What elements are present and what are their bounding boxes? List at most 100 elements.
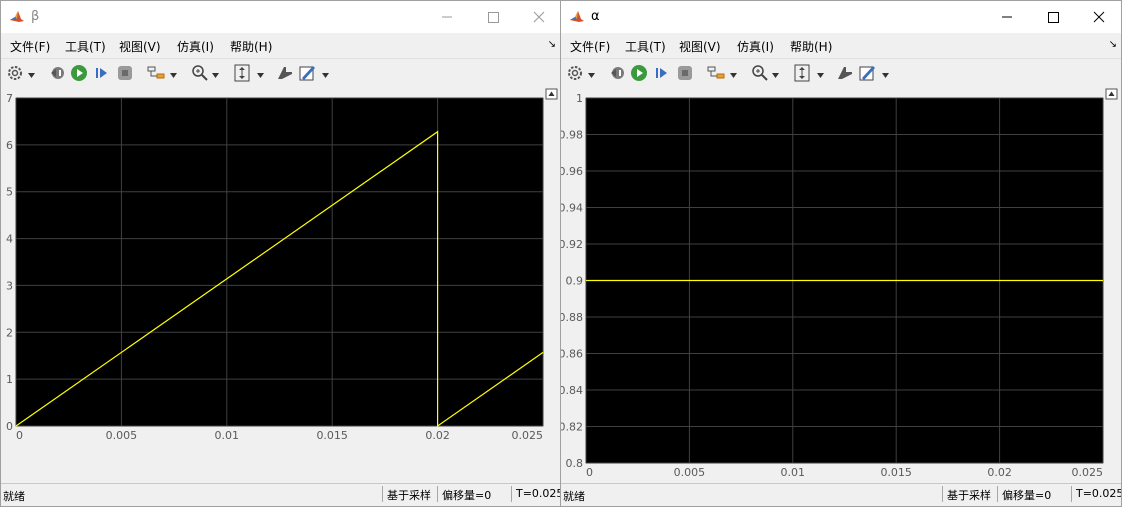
x-tick-label: 0.005 [106, 429, 138, 442]
menu-simulation[interactable]: 仿真(I) [177, 38, 214, 55]
run-icon[interactable] [630, 64, 648, 82]
stop-icon[interactable] [676, 64, 694, 82]
style-dropdown-icon[interactable] [882, 68, 889, 78]
maximize-icon[interactable] [483, 7, 503, 27]
menu-dock-arrow-icon[interactable]: ↘ [1109, 39, 1117, 50]
status-bar: 就绪 基于采样 偏移量=0 T=0.025 [1, 483, 560, 506]
close-icon[interactable] [1089, 7, 1109, 27]
y-tick-label: 0.86 [561, 348, 583, 361]
step-forward-icon[interactable] [653, 64, 671, 82]
x-tick-label: 0.02 [425, 429, 450, 442]
scope-window-beta: β 文件(F) 工具(T) 视图(V) 仿真(I) 帮助(H) ↘ 0 0.005… [0, 0, 561, 507]
y-tick-label: 7 [6, 92, 13, 105]
x-tick-label: 0.025 [1072, 466, 1104, 479]
x-tick-label: 0.015 [316, 429, 348, 442]
settings-icon[interactable] [6, 64, 24, 82]
scale-axes-dropdown-icon[interactable] [817, 68, 824, 78]
y-tick-label: 0.84 [561, 384, 583, 397]
step-forward-icon[interactable] [93, 64, 111, 82]
status-sampling: 基于采样 [382, 486, 435, 502]
x-tick-label: 0.005 [674, 466, 706, 479]
maximize-icon[interactable] [1043, 7, 1063, 27]
scope-window-alpha: α 文件(F) 工具(T) 视图(V) 仿真(I) 帮助(H) ↘ 0 0.005… [560, 0, 1122, 507]
y-tick-label: 1 [6, 373, 13, 386]
y-tick-label: 1 [576, 92, 583, 105]
menu-view[interactable]: 视图(V) [679, 38, 721, 55]
cursor-measure-icon[interactable] [836, 64, 854, 82]
menu-help[interactable]: 帮助(H) [790, 38, 832, 55]
menu-dock-arrow-icon[interactable]: ↘ [548, 39, 556, 50]
y-tick-label: 0.96 [561, 165, 583, 178]
menu-view[interactable]: 视图(V) [119, 38, 161, 55]
plot-background [15, 97, 544, 427]
window-title: β [31, 9, 40, 24]
minimize-icon[interactable] [997, 7, 1017, 27]
x-tick-label: 0.015 [880, 466, 912, 479]
minimize-icon[interactable] [437, 7, 457, 27]
x-tick-label: 0.01 [215, 429, 240, 442]
close-icon[interactable] [529, 7, 549, 27]
y-tick-label: 2 [6, 326, 13, 339]
zoom-icon[interactable] [191, 64, 209, 82]
style-icon[interactable] [299, 64, 317, 82]
plot-area[interactable]: 0 0.005 0.01 0.015 0.02 0.025 0.8 0.82 0.84 0.86 0… [561, 87, 1121, 484]
matlab-logo-icon [9, 9, 25, 25]
signal-selector-icon[interactable] [147, 64, 165, 82]
menu-simulation[interactable]: 仿真(I) [737, 38, 774, 55]
step-back-icon[interactable] [608, 64, 626, 82]
x-tick-label: 0.01 [781, 466, 806, 479]
scale-axes-dropdown-icon[interactable] [257, 68, 264, 78]
scale-axes-icon[interactable] [233, 64, 251, 82]
menu-file[interactable]: 文件(F) [10, 38, 50, 55]
y-tick-label: 0.94 [561, 202, 583, 215]
status-offset: 偏移量=0 [437, 486, 495, 502]
cursor-measure-icon[interactable] [276, 64, 294, 82]
y-tick-label: 0.88 [561, 311, 583, 324]
y-tick-label: 0.8 [566, 457, 584, 470]
x-tick-label: 0.02 [987, 466, 1012, 479]
menu-bar: 文件(F) 工具(T) 视图(V) 仿真(I) 帮助(H) ↘ [1, 33, 560, 58]
menu-file[interactable]: 文件(F) [570, 38, 610, 55]
x-tick-label: 0 [16, 429, 23, 442]
title-bar[interactable]: β [1, 1, 560, 33]
status-ready: 就绪 [3, 490, 25, 503]
signal-selector-dropdown-icon[interactable] [730, 68, 737, 78]
step-back-icon[interactable] [48, 64, 66, 82]
title-bar[interactable]: α [561, 1, 1121, 33]
matlab-logo-icon [569, 9, 585, 25]
settings-icon[interactable] [566, 64, 584, 82]
status-time: T=0.025 [1071, 486, 1121, 502]
menu-tools[interactable]: 工具(T) [625, 38, 666, 55]
settings-dropdown-icon[interactable] [28, 68, 35, 78]
status-ready: 就绪 [563, 490, 585, 503]
style-dropdown-icon[interactable] [322, 68, 329, 78]
style-icon[interactable] [859, 64, 877, 82]
status-time: T=0.025 [511, 486, 560, 502]
zoom-dropdown-icon[interactable] [212, 68, 219, 78]
scope-plot[interactable]: 0 0.005 0.01 0.015 0.02 0.025 0 1 2 3 4 5 6 7 [1, 87, 561, 484]
zoom-icon[interactable] [751, 64, 769, 82]
expand-plot-icon[interactable] [1105, 88, 1118, 100]
menu-tools[interactable]: 工具(T) [65, 38, 106, 55]
y-tick-label: 5 [6, 186, 13, 199]
y-tick-label: 0 [6, 420, 13, 433]
menu-help[interactable]: 帮助(H) [230, 38, 272, 55]
x-tick-label: 0 [586, 466, 593, 479]
y-tick-label: 4 [6, 233, 13, 246]
signal-selector-icon[interactable] [707, 64, 725, 82]
status-offset: 偏移量=0 [997, 486, 1055, 502]
run-icon[interactable] [70, 64, 88, 82]
scope-plot[interactable]: 0 0.005 0.01 0.015 0.02 0.025 0.8 0.82 0.84 0.86 0… [561, 87, 1122, 484]
y-tick-label: 0.98 [561, 129, 583, 142]
signal-selector-dropdown-icon[interactable] [170, 68, 177, 78]
scale-axes-icon[interactable] [793, 64, 811, 82]
stop-icon[interactable] [116, 64, 134, 82]
y-tick-label: 0.92 [561, 238, 583, 251]
settings-dropdown-icon[interactable] [588, 68, 595, 78]
y-tick-label: 6 [6, 139, 13, 152]
expand-plot-icon[interactable] [545, 88, 558, 100]
y-tick-label: 3 [6, 279, 13, 292]
toolbar [561, 58, 1121, 88]
plot-area[interactable]: 0 0.005 0.01 0.015 0.02 0.025 0 1 2 3 4 5 6 7 [1, 87, 560, 484]
zoom-dropdown-icon[interactable] [772, 68, 779, 78]
